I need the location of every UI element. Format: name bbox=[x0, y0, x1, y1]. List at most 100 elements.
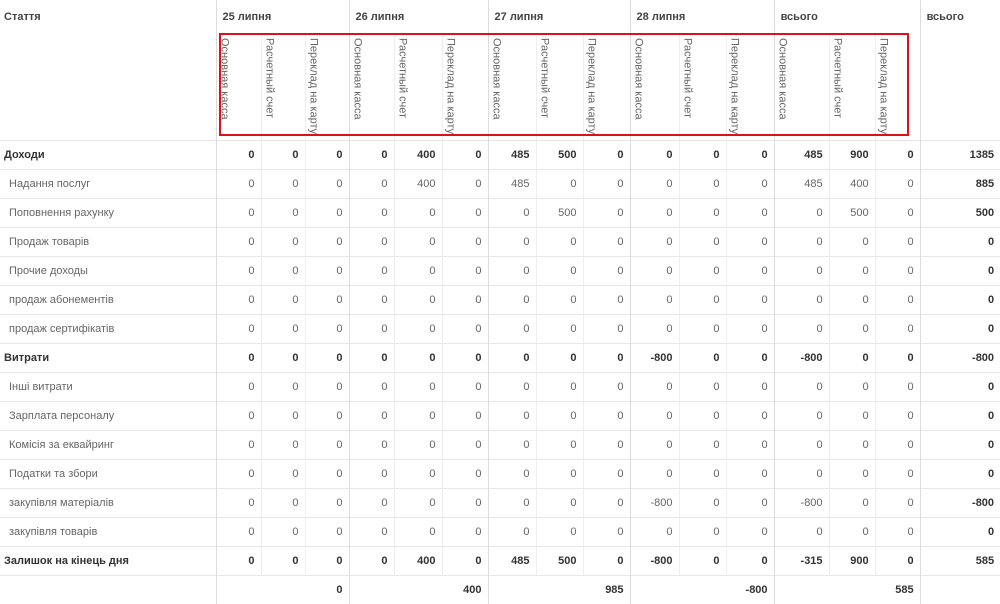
value-cell: 0 bbox=[261, 402, 305, 431]
value-cell: 0 bbox=[305, 402, 349, 431]
value-cell: 0 bbox=[829, 344, 875, 373]
value-cell: 0 bbox=[305, 199, 349, 228]
value-cell: 0 bbox=[394, 228, 442, 257]
value-cell: 0 bbox=[875, 518, 920, 547]
value-cell: 0 bbox=[216, 373, 261, 402]
value-cell: 485 bbox=[488, 547, 536, 576]
value-cell: 0 bbox=[488, 257, 536, 286]
value-cell: 0 bbox=[726, 228, 774, 257]
value-cell: 0 bbox=[305, 373, 349, 402]
value-cell: 0 bbox=[774, 257, 829, 286]
value-cell: 0 bbox=[875, 170, 920, 199]
value-cell: 0 bbox=[394, 489, 442, 518]
value-cell: 0 bbox=[829, 315, 875, 344]
row-label: Інші витрати bbox=[0, 373, 216, 402]
value-cell: 0 bbox=[583, 199, 630, 228]
value-cell: 0 bbox=[829, 431, 875, 460]
value-cell: 500 bbox=[536, 141, 583, 170]
value-cell: 0 bbox=[442, 170, 488, 199]
table-row: Податки та збори0000000000000000 bbox=[0, 460, 1000, 489]
value-cell: 0 bbox=[536, 460, 583, 489]
value-cell: 0 bbox=[442, 257, 488, 286]
value-cell: 0 bbox=[875, 489, 920, 518]
value-cell: 0 bbox=[583, 402, 630, 431]
value-cell: 0 bbox=[875, 286, 920, 315]
value-cell: 0 bbox=[349, 315, 394, 344]
value-cell: 0 bbox=[442, 199, 488, 228]
value-cell: 0 bbox=[261, 141, 305, 170]
value-cell: 0 bbox=[774, 518, 829, 547]
row-total-cell: 885 bbox=[920, 170, 1000, 199]
value-cell: 500 bbox=[536, 199, 583, 228]
value-cell: 0 bbox=[488, 199, 536, 228]
value-cell: 0 bbox=[261, 460, 305, 489]
value-cell: 0 bbox=[442, 431, 488, 460]
value-cell: 0 bbox=[488, 344, 536, 373]
value-cell: 0 bbox=[583, 460, 630, 489]
value-cell: 0 bbox=[349, 286, 394, 315]
cashflow-report-table: Стаття 25 липня 26 липня 27 липня 28 лип… bbox=[0, 0, 1000, 604]
value-cell: 0 bbox=[774, 228, 829, 257]
value-cell: 900 bbox=[829, 547, 875, 576]
value-cell: 0 bbox=[216, 257, 261, 286]
account-header: Переклад на карту bbox=[442, 33, 488, 141]
date-header-row: Стаття 25 липня 26 липня 27 липня 28 лип… bbox=[0, 0, 1000, 33]
value-cell: 0 bbox=[726, 199, 774, 228]
grand-total-subheader bbox=[920, 33, 1000, 141]
value-cell: 0 bbox=[679, 547, 726, 576]
value-cell: 0 bbox=[583, 547, 630, 576]
value-cell: 485 bbox=[488, 170, 536, 199]
value-cell: 0 bbox=[583, 315, 630, 344]
value-cell: 0 bbox=[261, 315, 305, 344]
row-label: продаж абонементів bbox=[0, 286, 216, 315]
value-cell: 900 bbox=[829, 141, 875, 170]
value-cell: 0 bbox=[679, 257, 726, 286]
value-cell: 0 bbox=[630, 170, 679, 199]
value-cell: 0 bbox=[261, 547, 305, 576]
value-cell: 0 bbox=[583, 141, 630, 170]
value-cell: 0 bbox=[774, 460, 829, 489]
value-cell: 0 bbox=[216, 518, 261, 547]
value-cell: 0 bbox=[583, 373, 630, 402]
value-cell: 0 bbox=[679, 344, 726, 373]
value-cell: 0 bbox=[261, 257, 305, 286]
value-cell: 0 bbox=[875, 373, 920, 402]
value-cell: 0 bbox=[630, 199, 679, 228]
row-label: Зарплата персоналу bbox=[0, 402, 216, 431]
value-cell: -800 bbox=[774, 344, 829, 373]
value-cell: 0 bbox=[583, 170, 630, 199]
value-cell: 0 bbox=[305, 344, 349, 373]
value-cell: 0 bbox=[442, 489, 488, 518]
value-cell: 0 bbox=[536, 315, 583, 344]
section-row: Доходи00004000485500000048590001385 bbox=[0, 141, 1000, 170]
value-cell: 0 bbox=[679, 460, 726, 489]
row-total-cell: 0 bbox=[920, 228, 1000, 257]
account-header: Основная касса bbox=[630, 33, 679, 141]
table-row: Інші витрати0000000000000000 bbox=[0, 373, 1000, 402]
account-header: Переклад на карту bbox=[875, 33, 920, 141]
value-cell: 0 bbox=[774, 402, 829, 431]
value-cell: 0 bbox=[261, 489, 305, 518]
value-cell: 0 bbox=[442, 286, 488, 315]
value-cell: 0 bbox=[394, 431, 442, 460]
date-header: 28 липня bbox=[630, 0, 774, 33]
account-header-label: Основная касса bbox=[219, 38, 231, 120]
account-header-label: Переклад на карту bbox=[729, 38, 741, 134]
row-total-cell: 0 bbox=[920, 286, 1000, 315]
value-cell: 0 bbox=[679, 431, 726, 460]
value-cell: 0 bbox=[774, 286, 829, 315]
account-header-label: Расчетный счет bbox=[682, 38, 694, 118]
value-cell: 0 bbox=[349, 199, 394, 228]
value-cell: -800 bbox=[630, 344, 679, 373]
row-label: Залишок на кінець дня bbox=[0, 547, 216, 576]
value-cell: 0 bbox=[726, 373, 774, 402]
value-cell: 0 bbox=[488, 228, 536, 257]
table-row: закупівля товарів0000000000000000 bbox=[0, 518, 1000, 547]
value-cell: 0 bbox=[488, 286, 536, 315]
value-cell: 0 bbox=[630, 460, 679, 489]
value-cell: 0 bbox=[726, 257, 774, 286]
value-cell: 0 bbox=[349, 402, 394, 431]
value-cell: -315 bbox=[774, 547, 829, 576]
value-cell: 0 bbox=[261, 199, 305, 228]
account-header: Расчетный счет bbox=[829, 33, 875, 141]
